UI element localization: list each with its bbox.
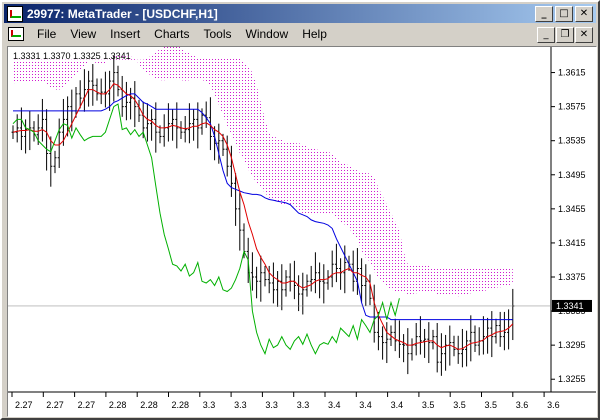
menu-insert[interactable]: Insert xyxy=(103,27,147,41)
y-tick-label-4: 1.3455 xyxy=(558,204,586,214)
menu-charts[interactable]: Charts xyxy=(147,27,196,41)
menu-view[interactable]: View xyxy=(63,27,103,41)
x-tick-label-17: 3.6 xyxy=(547,400,560,410)
y-tick-label-5: 1.3415 xyxy=(558,238,586,248)
x-tick-label-11: 3.4 xyxy=(359,400,372,410)
x-tick-label-6: 3.3 xyxy=(203,400,216,410)
y-tick-label-1: 1.3575 xyxy=(558,102,586,112)
x-tick-label-14: 3.5 xyxy=(453,400,466,410)
x-tick-label-13: 3.5 xyxy=(422,400,435,410)
x-tick-label-1: 2.27 xyxy=(46,400,64,410)
y-tick-label-3: 1.3495 xyxy=(558,170,586,180)
menu-help[interactable]: Help xyxy=(295,27,334,41)
kumo-fill xyxy=(13,42,513,297)
y-tick-label-0: 1.3615 xyxy=(558,68,586,78)
time-axis: 2.27 2.27 2.27 2.28 2.28 2.28 3.3 3.3 3.3 3.3 3.4 3… xyxy=(11,392,560,410)
menu-window[interactable]: Window xyxy=(239,27,296,41)
y-tick-label-8: 1.3295 xyxy=(558,340,586,350)
current-price-label: 1.3341 xyxy=(556,301,584,311)
current-price-marker: 1.3341 xyxy=(8,299,592,312)
menu-file[interactable]: File xyxy=(30,27,63,41)
ichimoku-chart[interactable]: 1.3331 1.3370 1.3325 1.3341 1.36151.3575… xyxy=(8,42,596,416)
x-tick-label-15: 3.5 xyxy=(485,400,498,410)
mdi-controls: _ ❐ ✕ xyxy=(537,27,593,43)
x-tick-label-16: 3.6 xyxy=(516,400,529,410)
x-tick-label-10: 3.4 xyxy=(328,400,341,410)
x-tick-label-7: 3.3 xyxy=(234,400,247,410)
x-tick-label-5: 2.28 xyxy=(172,400,190,410)
y-tick-label-6: 1.3375 xyxy=(558,272,586,282)
x-tick-label-4: 2.28 xyxy=(140,400,158,410)
title-bar[interactable]: 29977: MetaTrader - [USDCHF,H1] _ □ ✕ xyxy=(4,4,596,23)
chikou-span-line xyxy=(12,103,400,356)
maximize-button[interactable]: □ xyxy=(555,6,573,22)
mdi-minimize-button[interactable]: _ xyxy=(537,27,555,43)
kumo-cloud xyxy=(13,42,513,297)
x-tick-label-3: 2.28 xyxy=(109,400,127,410)
price-axis: 1.3615 1.3575 1.3535 1.3495 1.3455 1.3415 1.33… xyxy=(551,68,586,384)
app-window: 29977: MetaTrader - [USDCHF,H1] _ □ ✕ Fi… xyxy=(0,0,600,420)
chart-document-icon[interactable] xyxy=(8,27,24,41)
chart-area[interactable]: 1.3331 1.3370 1.3325 1.3341 1.3615 1.3575… xyxy=(7,42,597,417)
y-tick-label-9: 1.3255 xyxy=(558,374,586,384)
mdi-close-button[interactable]: ✕ xyxy=(575,27,593,43)
x-tick-label-2: 2.27 xyxy=(78,400,96,410)
menu-tools[interactable]: Tools xyxy=(197,27,239,41)
window-title: 29977: MetaTrader - [USDCHF,H1] xyxy=(27,6,218,21)
x-tick-label-9: 3.3 xyxy=(297,400,310,410)
x-tick-label-12: 3.4 xyxy=(391,400,404,410)
price-bars xyxy=(11,55,515,376)
metatrader-app-icon[interactable] xyxy=(7,5,23,22)
minimize-button[interactable]: _ xyxy=(535,6,553,22)
y-tick-label-2: 1.3535 xyxy=(558,136,586,146)
x-tick-label-0: 2.27 xyxy=(15,400,33,410)
mdi-restore-button[interactable]: ❐ xyxy=(556,27,574,43)
window-controls: _ □ ✕ xyxy=(535,6,593,22)
x-tick-label-8: 3.3 xyxy=(265,400,278,410)
close-button[interactable]: ✕ xyxy=(575,6,593,22)
menu-bar: File View Insert Charts Tools Window Hel… xyxy=(4,24,596,44)
